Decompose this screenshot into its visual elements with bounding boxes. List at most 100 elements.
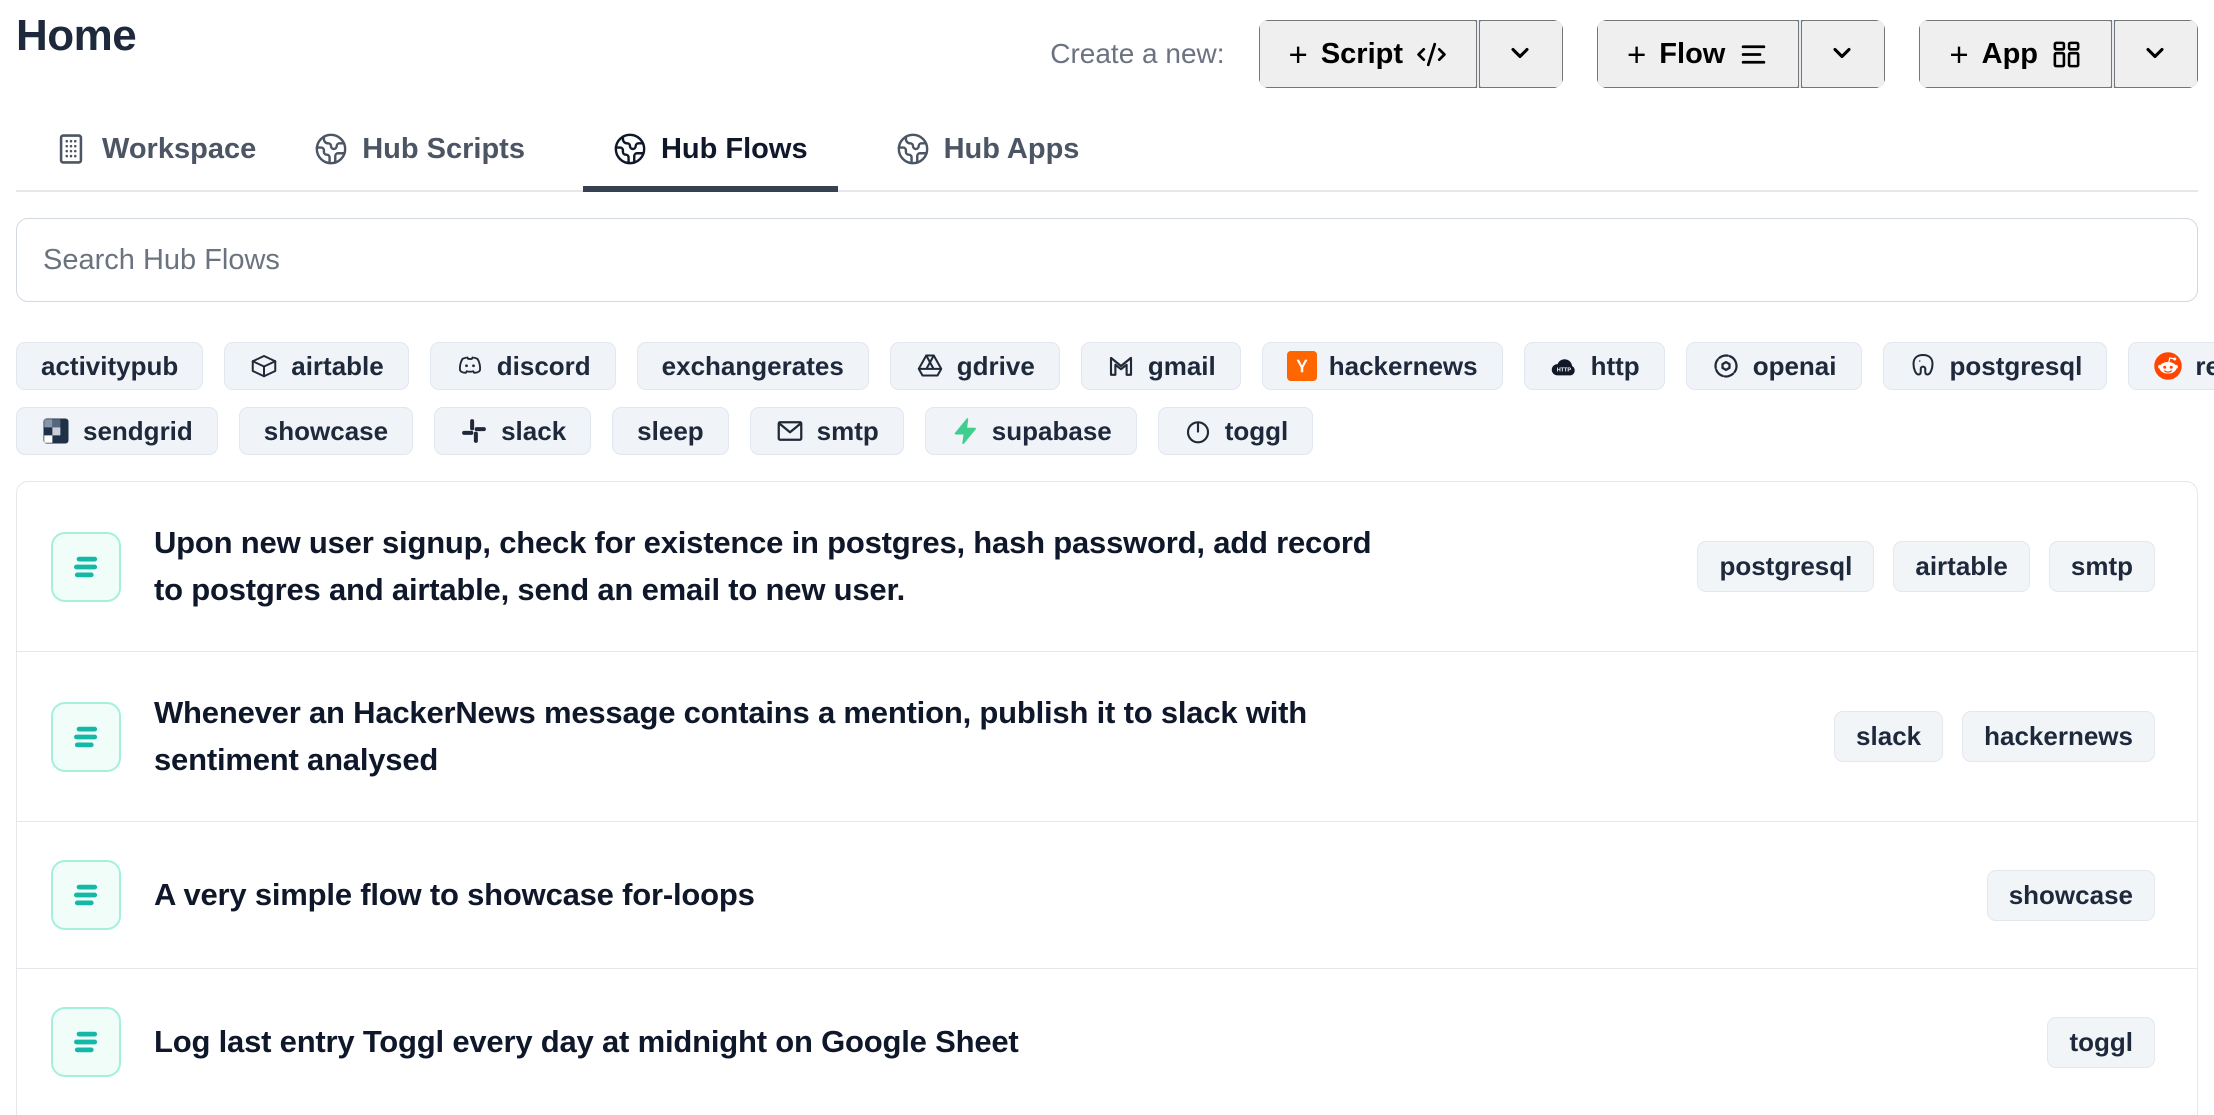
flow-tag: hackernews — [1962, 711, 2155, 762]
filter-chip-label: smtp — [817, 416, 879, 447]
filter-chip-sleep[interactable]: sleep — [612, 407, 729, 455]
filter-chip-gdrive[interactable]: gdrive — [890, 342, 1060, 390]
filter-chip-reddit[interactable]: reddit — [2128, 342, 2214, 390]
flow-title: Log last entry Toggl every day at midnig… — [154, 1019, 1019, 1066]
filter-chip-label: activitypub — [41, 351, 178, 382]
openai-icon — [1711, 351, 1741, 381]
grid-icon — [2051, 39, 2082, 70]
flow-list-item[interactable]: A very simple flow to showcase for-loops… — [17, 821, 2197, 968]
filter-chip-supabase[interactable]: supabase — [925, 407, 1137, 455]
tab-hub-scripts[interactable]: Hub Scripts — [314, 132, 525, 190]
filter-chip-toggl[interactable]: toggl — [1158, 407, 1314, 455]
flow-tag: smtp — [2049, 541, 2155, 592]
create-button-label: App — [1982, 38, 2038, 71]
filter-chip-slack[interactable]: slack — [434, 407, 591, 455]
flow-icon — [51, 702, 121, 772]
create-app-dropdown-button[interactable] — [2114, 20, 2198, 88]
create-flow-button[interactable]: + Flow — [1597, 20, 1799, 88]
create-script-dropdown-button[interactable] — [1479, 20, 1563, 88]
filter-chip-sendgrid[interactable]: sendgrid — [16, 407, 218, 455]
plus-icon: + — [1289, 38, 1308, 71]
filter-chip-hackernews[interactable]: hackernews — [1262, 342, 1503, 390]
hackernews-icon — [1287, 351, 1317, 381]
slack-icon — [459, 416, 489, 446]
plus-icon: + — [1627, 38, 1646, 71]
flow-list-item[interactable]: Upon new user signup, check for existenc… — [17, 482, 2197, 651]
flow-tags: toggl — [2047, 1017, 2155, 1068]
filter-chip-exchangerates[interactable]: exchangerates — [637, 342, 869, 390]
filter-chip-label: discord — [497, 351, 591, 382]
filter-chip-label: reddit — [2195, 351, 2214, 382]
filter-chip-row: sendgrid showcase slack sleep smtp supabase to… — [16, 407, 2198, 455]
flow-tag: postgresql — [1697, 541, 1874, 592]
filter-chip-label: postgresql — [1950, 351, 2083, 382]
create-script-button[interactable]: +Script — [1259, 20, 1477, 88]
globe-icon — [896, 132, 930, 166]
discord-icon — [455, 351, 485, 381]
page-title: Home — [16, 12, 136, 60]
create-flow-dropdown-button[interactable] — [1801, 20, 1885, 88]
filter-chip-row: activitypub airtable discord exchangerates g… — [16, 342, 2198, 390]
tab-hub-apps[interactable]: Hub Apps — [896, 132, 1080, 190]
filter-chip-label: showcase — [264, 416, 388, 447]
flow-icon — [51, 532, 121, 602]
create-buttons: +Script+Flow+App — [1259, 20, 2198, 88]
flow-tag: slack — [1834, 711, 1943, 762]
chevron-down-icon — [1828, 39, 1859, 70]
reddit-icon — [2153, 351, 2183, 381]
flow-list-item[interactable]: Whenever an HackerNews message contains … — [17, 651, 2197, 821]
filter-chip-label: toggl — [1225, 416, 1289, 447]
filter-chip-label: openai — [1753, 351, 1837, 382]
bars-icon — [1738, 39, 1769, 70]
flow-title: Upon new user signup, check for existenc… — [154, 520, 1384, 613]
filter-chip-label: exchangerates — [662, 351, 844, 382]
flow-tag: showcase — [1987, 870, 2155, 921]
flow-tags: slack hackernews — [1834, 711, 2155, 762]
supabase-icon — [950, 416, 980, 446]
filter-chip-label: hackernews — [1329, 351, 1478, 382]
airtable-icon — [249, 351, 279, 381]
filter-chip-discord[interactable]: discord — [430, 342, 616, 390]
filter-chip-label: sleep — [637, 416, 704, 447]
create-app-button[interactable]: +App — [1919, 20, 2112, 88]
tab-hub-flows[interactable]: Hub Flows — [583, 132, 838, 192]
flow-tag: airtable — [1893, 541, 2030, 592]
chevron-down-icon — [1506, 39, 1537, 70]
create-label: Create a new: — [1050, 38, 1224, 70]
flow-tags: postgresql airtable smtp — [1697, 541, 2155, 592]
create-flow-button-group: + Flow — [1597, 20, 1885, 88]
filter-chip-airtable[interactable]: airtable — [224, 342, 409, 390]
filter-chip-postgresql[interactable]: postgresql — [1883, 342, 2108, 390]
building-icon — [54, 132, 88, 166]
create-script-button-group: +Script — [1259, 20, 1563, 88]
tab-workspace[interactable]: Workspace — [54, 132, 256, 190]
filter-chip-activitypub[interactable]: activitypub — [16, 342, 203, 390]
tab-label: Hub Flows — [661, 133, 808, 166]
filter-chip-gmail[interactable]: gmail — [1081, 342, 1241, 390]
flow-icon — [51, 860, 121, 930]
filter-chip-label: sendgrid — [83, 416, 193, 447]
gdrive-icon — [915, 351, 945, 381]
tab-label: Hub Apps — [944, 133, 1080, 166]
flow-title: Whenever an HackerNews message contains … — [154, 690, 1384, 783]
filter-chip-label: http — [1591, 351, 1640, 382]
create-button-label: Flow — [1659, 38, 1725, 71]
tab-bar: Workspace Hub Scripts Hub Flows Hub Apps — [16, 132, 2198, 192]
sendgrid-icon — [41, 416, 71, 446]
smtp-icon — [775, 416, 805, 446]
flow-tags: showcase — [1987, 870, 2155, 921]
flow-title: A very simple flow to showcase for-loops — [154, 872, 755, 919]
gmail-icon — [1106, 351, 1136, 381]
filter-chip-http[interactable]: HTTPhttp — [1524, 342, 1665, 390]
filter-chips: activitypub airtable discord exchangerates g… — [16, 342, 2198, 455]
filter-chip-openai[interactable]: openai — [1686, 342, 1862, 390]
flow-list-item[interactable]: Log last entry Toggl every day at midnig… — [17, 968, 2197, 1115]
filter-chip-smtp[interactable]: smtp — [750, 407, 904, 455]
globe-icon — [613, 132, 647, 166]
tab-label: Hub Scripts — [362, 133, 525, 166]
filter-chip-label: supabase — [992, 416, 1112, 447]
search-input[interactable] — [16, 218, 2198, 302]
filter-chip-showcase[interactable]: showcase — [239, 407, 413, 455]
create-app-button-group: +App — [1919, 20, 2198, 88]
flow-tag: toggl — [2047, 1017, 2155, 1068]
